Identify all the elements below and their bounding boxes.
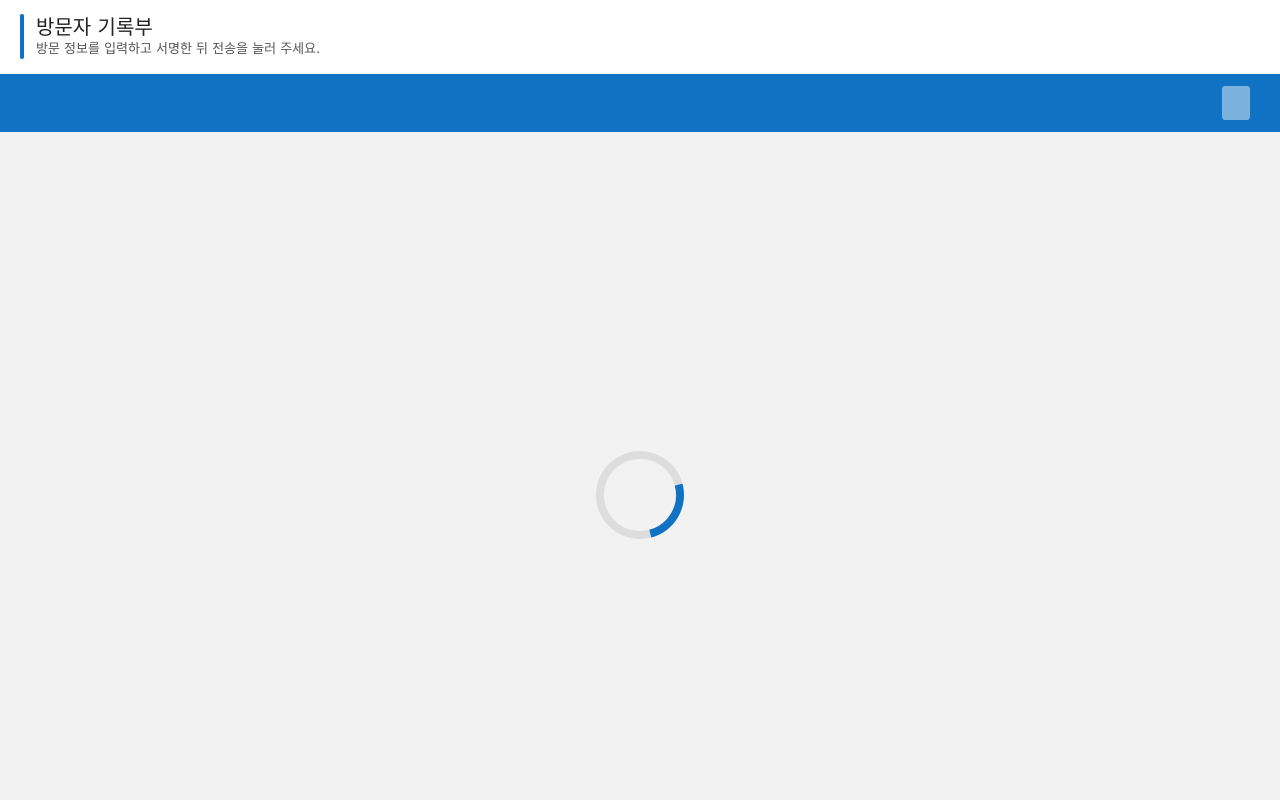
loading-spinner <box>596 451 684 539</box>
spinner-arc <box>596 451 684 539</box>
main-content <box>0 132 1280 800</box>
header: 방문자 기록부 방문 정보를 입력하고 서명한 뒤 전송을 눌러 주세요. <box>0 0 1280 74</box>
header-accent-bar <box>20 14 24 59</box>
page-title: 방문자 기록부 <box>36 15 153 39</box>
toolbar-button[interactable] <box>1222 86 1250 120</box>
toolbar <box>0 74 1280 132</box>
page-subtitle: 방문 정보를 입력하고 서명한 뒤 전송을 눌러 주세요. <box>36 42 321 57</box>
